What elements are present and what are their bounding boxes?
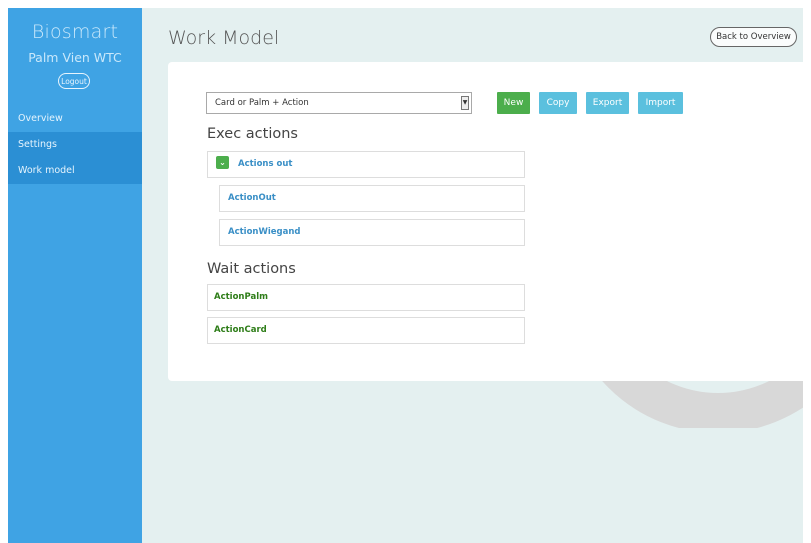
new-button[interactable]: New: [497, 92, 530, 114]
exec-action-item[interactable]: ActionOut: [219, 185, 525, 212]
logout-button[interactable]: Logout: [58, 73, 90, 89]
work-model-select[interactable]: Card or Palm + Action ▼: [206, 92, 472, 114]
exec-group-label: Actions out: [238, 159, 293, 169]
app-frame: Biosmart Palm Vien WTC Logout Overview S…: [8, 8, 803, 543]
sidebar: Biosmart Palm Vien WTC Logout Overview S…: [8, 8, 142, 543]
sidebar-nav: Overview Settings Work model: [8, 106, 142, 184]
dropdown-arrow-icon[interactable]: ▼: [461, 96, 469, 110]
work-model-card: Card or Palm + Action ▼ New Copy Export …: [168, 62, 803, 381]
copy-button[interactable]: Copy: [539, 92, 577, 114]
wait-action-item[interactable]: ActionPalm: [207, 284, 525, 311]
exec-actions-title: Exec actions: [207, 126, 298, 142]
import-button[interactable]: Import: [638, 92, 683, 114]
back-to-overview-button[interactable]: Back to Overview: [710, 27, 797, 47]
exec-action-item[interactable]: ActionWiegand: [219, 219, 525, 246]
wait-actions-title: Wait actions: [207, 261, 296, 277]
work-model-select-value: Card or Palm + Action: [215, 98, 309, 108]
chevron-down-icon[interactable]: ⌄: [216, 156, 229, 169]
wait-action-item[interactable]: ActionCard: [207, 317, 525, 344]
sidebar-item-work-model[interactable]: Work model: [8, 158, 142, 184]
site-name: Palm Vien WTC: [28, 50, 122, 65]
sidebar-item-overview[interactable]: Overview: [8, 106, 142, 132]
brand-name: Biosmart: [31, 21, 119, 43]
sidebar-item-settings[interactable]: Settings: [8, 132, 142, 158]
export-button[interactable]: Export: [586, 92, 629, 114]
page-title: Work Model: [168, 27, 280, 49]
exec-group-actions-out[interactable]: ⌄ Actions out: [207, 151, 525, 178]
